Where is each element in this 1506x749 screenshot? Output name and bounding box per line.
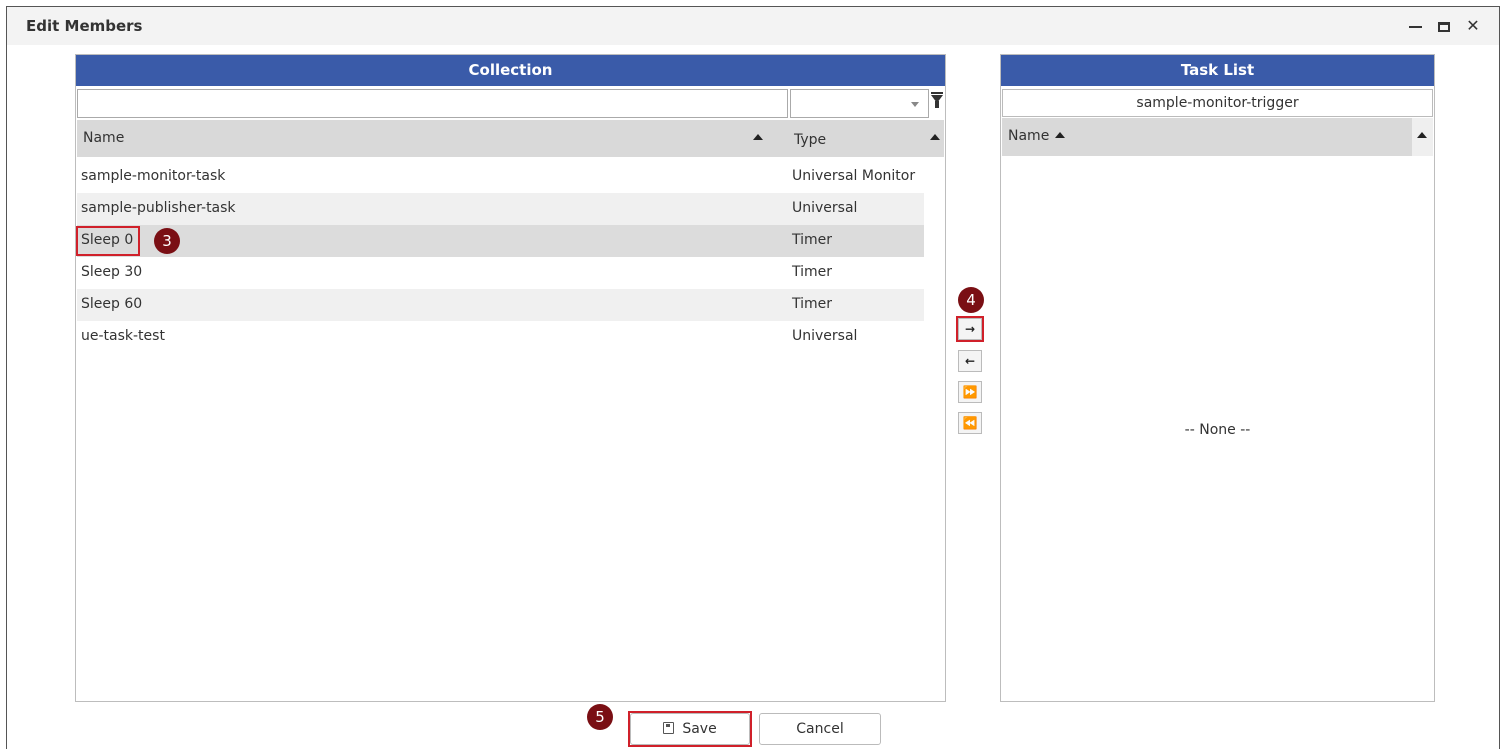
task-list-name: sample-monitor-trigger — [1002, 89, 1433, 117]
sort-asc-icon[interactable] — [930, 134, 940, 140]
cell-type: Timer — [792, 232, 833, 248]
cell-name: Sleep 30 — [81, 264, 143, 280]
table-row[interactable]: Sleep 30 Timer — [77, 257, 924, 289]
move-all-left-button[interactable]: ⏪ — [958, 412, 982, 434]
step-callout-3: 3 — [154, 228, 180, 254]
empty-list-text: -- None -- — [1184, 422, 1251, 438]
name-filter-input[interactable] — [77, 89, 788, 118]
filter-icon-stem — [935, 101, 939, 108]
step-callout-5: 5 — [587, 704, 613, 730]
sort-asc-icon[interactable] — [753, 134, 763, 140]
filter-icon-top — [931, 92, 943, 94]
chevron-down-icon — [911, 102, 919, 107]
scroll-up-icon[interactable] — [1417, 132, 1427, 138]
collection-grid-header: Name Type — [77, 120, 944, 157]
table-row[interactable]: ue-task-test Universal — [77, 321, 924, 353]
task-list-panel: Task List sample-monitor-trigger Name --… — [1000, 54, 1435, 702]
task-grid-header: Name — [1002, 118, 1433, 156]
move-all-right-button[interactable]: ⏩ — [958, 381, 982, 403]
table-row[interactable]: sample-publisher-task Universal — [77, 193, 924, 225]
minimize-icon[interactable] — [1402, 11, 1428, 41]
cell-type: Universal — [792, 328, 858, 344]
cell-type: Universal Monitor — [792, 168, 916, 184]
cell-type: Universal — [792, 200, 858, 216]
type-filter-select[interactable] — [790, 89, 929, 118]
window-title: Edit Members — [26, 17, 143, 35]
cell-type: Timer — [792, 264, 833, 280]
cell-name: ue-task-test — [81, 328, 165, 344]
table-row-selected[interactable]: Sleep 0 Timer — [77, 225, 924, 257]
cell-name: sample-monitor-task — [81, 168, 226, 184]
table-row[interactable]: sample-monitor-task Universal Monitor — [77, 161, 924, 193]
column-header-name[interactable]: Name — [1008, 128, 1049, 144]
column-header-type[interactable]: Type — [794, 132, 826, 148]
cell-name: Sleep 60 — [81, 296, 143, 312]
title-bar: Edit Members ✕ — [7, 7, 1499, 45]
column-header-name[interactable]: Name — [83, 130, 124, 146]
move-right-button[interactable]: → — [958, 318, 982, 340]
move-left-button[interactable]: ← — [958, 350, 982, 372]
sort-asc-icon[interactable] — [1055, 132, 1065, 138]
maximize-icon[interactable] — [1431, 11, 1457, 41]
cancel-button[interactable]: Cancel — [759, 713, 881, 745]
collection-panel: Collection Name Type sample-monitor-task… — [75, 54, 946, 702]
table-row[interactable]: Sleep 60 Timer — [77, 289, 924, 321]
save-icon — [663, 722, 675, 734]
edit-members-window: Edit Members ✕ Collection Name Type samp… — [6, 6, 1500, 749]
cell-name: sample-publisher-task — [81, 200, 236, 216]
save-button[interactable]: Save — [630, 713, 750, 745]
step-highlight-box — [76, 226, 140, 256]
scrollbar-header — [1412, 118, 1433, 156]
step-callout-4: 4 — [958, 287, 984, 313]
collection-header: Collection — [76, 55, 945, 86]
close-icon[interactable]: ✕ — [1460, 11, 1486, 41]
save-label: Save — [682, 721, 717, 737]
task-list-header: Task List — [1001, 55, 1434, 86]
cell-type: Timer — [792, 296, 833, 312]
